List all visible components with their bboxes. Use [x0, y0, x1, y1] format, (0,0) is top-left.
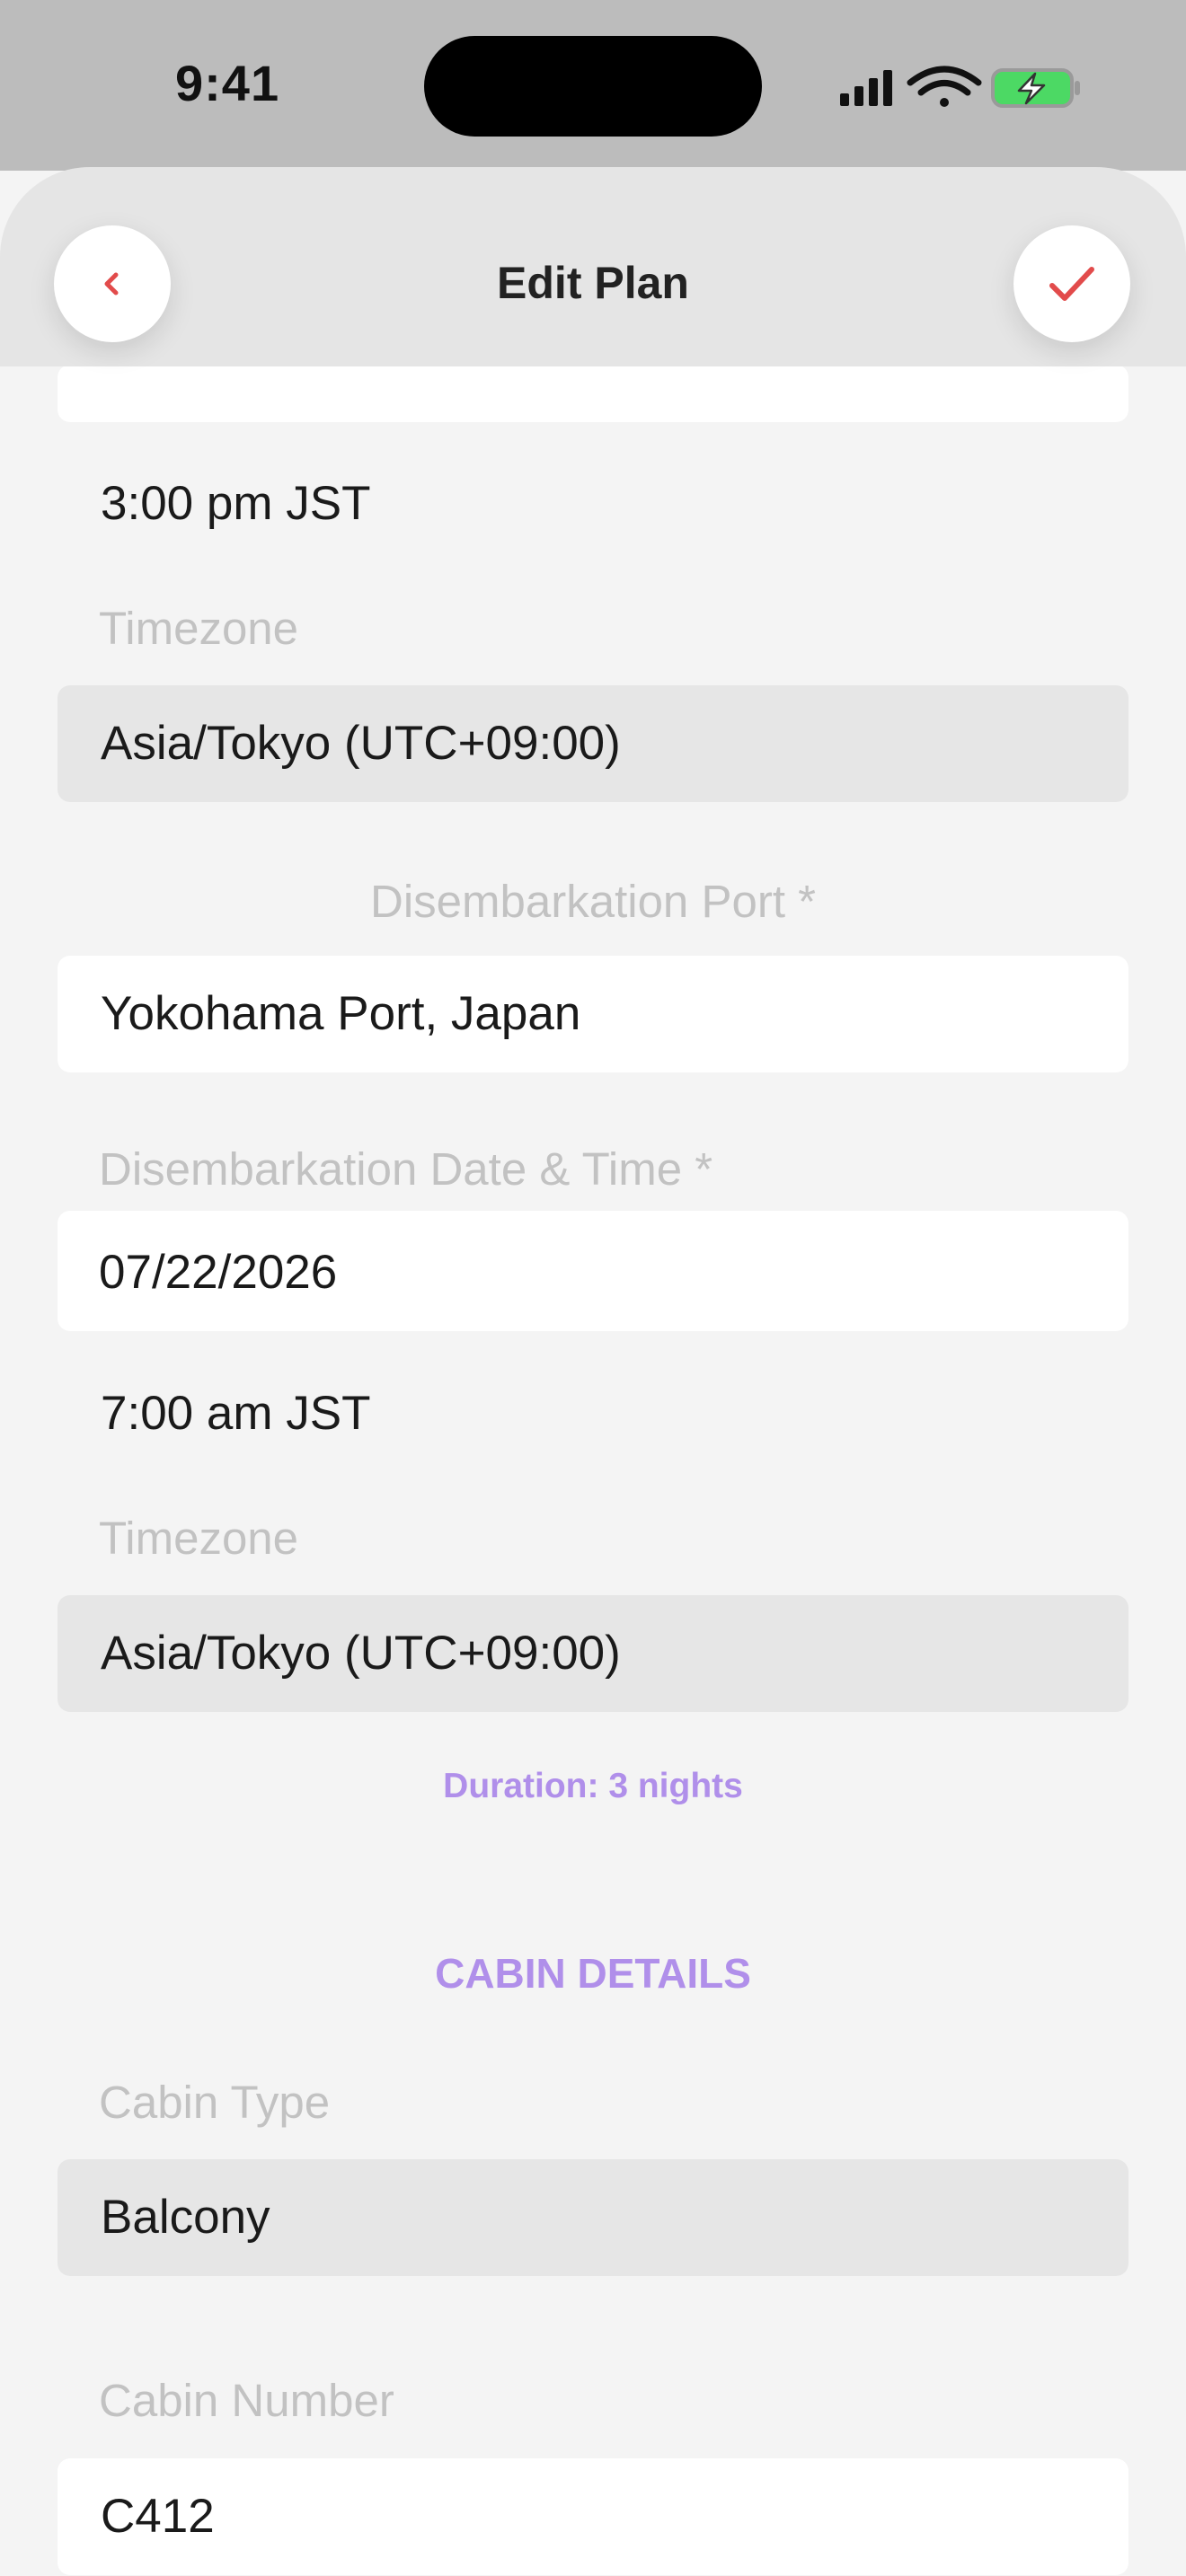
signal-icon — [840, 70, 892, 106]
disembarkation-time[interactable]: 7:00 am JST — [101, 1386, 370, 1441]
dynamic-island — [424, 36, 762, 137]
wifi-icon — [907, 66, 982, 107]
cabin-type-label: Cabin Type — [99, 2077, 331, 2128]
disembarkation-port-label: Disembarkation Port * — [369, 876, 817, 927]
cabin-details-section-title: CABIN DETAILS — [435, 1950, 751, 1997]
page-title: Edit Plan — [497, 258, 689, 308]
cabin-type-value: Balcony — [101, 2191, 270, 2244]
disembarkation-timezone-select[interactable]: Asia/Tokyo (UTC+09:00) — [58, 1595, 1128, 1712]
chevron-left-icon — [104, 272, 119, 296]
timezone-label: Timezone — [99, 1513, 299, 1564]
disembarkation-timezone-value: Asia/Tokyo (UTC+09:00) — [101, 1627, 621, 1680]
disembarkation-port-field[interactable]: Yokohama Port, Japan — [58, 956, 1128, 1072]
disembarkation-port-value: Yokohama Port, Japan — [101, 987, 581, 1040]
nav-header: Edit Plan — [0, 167, 1186, 366]
back-button[interactable] — [54, 225, 171, 342]
save-button[interactable] — [1013, 225, 1130, 342]
cabin-number-label: Cabin Number — [99, 2375, 394, 2426]
status-time: 9:41 — [175, 55, 280, 111]
cabin-number-field[interactable]: C412 — [58, 2458, 1128, 2575]
embarkation-timezone-value: Asia/Tokyo (UTC+09:00) — [101, 717, 621, 770]
disembarkation-datetime-label: Disembarkation Date & Time * — [99, 1143, 713, 1195]
check-icon — [1049, 267, 1094, 301]
embarkation-timezone-select[interactable]: Asia/Tokyo (UTC+09:00) — [58, 685, 1128, 802]
embarkation-time[interactable]: 3:00 pm JST — [101, 476, 370, 531]
duration-text: Duration: 3 nights — [443, 1767, 743, 1805]
timezone-label: Timezone — [99, 603, 299, 654]
cabin-type-select[interactable]: Balcony — [58, 2159, 1128, 2276]
battery-charging-icon — [991, 68, 1080, 108]
disembarkation-date-field[interactable]: 07/22/2026 — [58, 1211, 1128, 1331]
embarkation-date-field-partial[interactable] — [58, 365, 1128, 422]
cabin-number-value: C412 — [101, 2490, 215, 2543]
status-icons — [840, 66, 1080, 108]
disembarkation-date-value: 07/22/2026 — [99, 1246, 338, 1299]
